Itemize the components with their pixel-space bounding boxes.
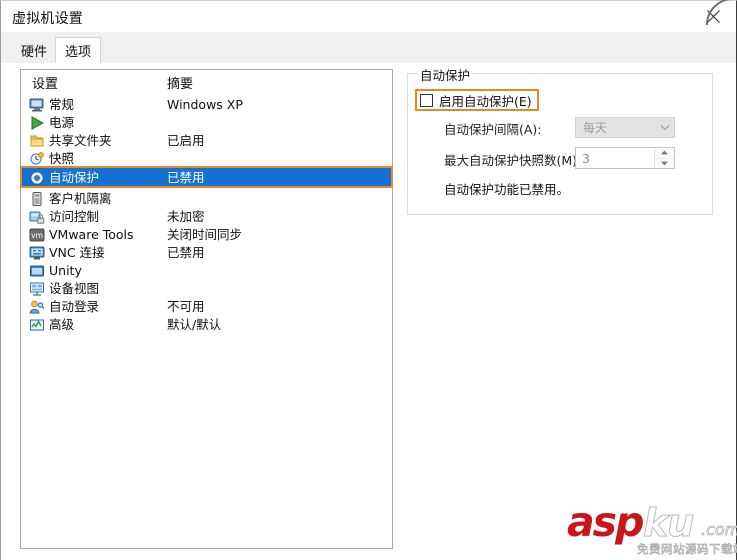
dialog-content: 设置 摘要 常规 Windows XP 电源 共享文件夹 已启用 快照 自动保护… (1, 63, 736, 560)
autoprotect-max-snapshots-label: 最大自动保护快照数(M): (444, 153, 582, 168)
window-title: 虚拟机设置 (12, 11, 83, 27)
list-item-summary: 关闭时间同步 (167, 227, 243, 242)
list-item-label: 电源 (49, 115, 75, 130)
settings-list-header: 设置 摘要 (21, 70, 392, 94)
list-item-label: 共享文件夹 (49, 133, 112, 148)
enable-autoprotect-label: 启用自动保护(E) (439, 93, 532, 109)
list-item-label: 自动保护 (49, 170, 100, 185)
tab-options[interactable]: 选项 (55, 37, 102, 63)
list-item-label: 常规 (49, 97, 75, 112)
guest-isolation-icon (29, 191, 45, 207)
list-item-shared-folders[interactable]: 共享文件夹 已启用 (21, 132, 392, 150)
column-header-summary: 摘要 (167, 77, 194, 92)
autoprotect-interval-dropdown[interactable]: 每天 (575, 117, 675, 138)
list-item-summary: 未加密 (167, 209, 205, 224)
close-icon (706, 9, 721, 24)
list-item-access-control[interactable]: 访问控制 未加密 (21, 208, 392, 226)
autoprotect-max-snapshots-stepper[interactable]: 3 (575, 147, 675, 169)
list-item-general[interactable]: 常规 Windows XP (21, 96, 392, 114)
list-item-guest-isolation[interactable]: 客户机隔离 (21, 190, 392, 208)
list-item-label: 自动登录 (49, 299, 100, 314)
tab-options-label: 选项 (65, 44, 92, 60)
stepper-buttons (654, 148, 674, 168)
list-item-power[interactable]: 电源 (21, 114, 392, 132)
list-item-label: 设备视图 (49, 281, 100, 296)
list-item-summary: 已禁用 (167, 170, 205, 185)
enable-autoprotect-checkbox[interactable] (420, 93, 433, 107)
list-item-summary: Windows XP (167, 97, 243, 112)
tab-hardware[interactable]: 硬件 (12, 38, 57, 63)
list-item-label: Unity (49, 263, 82, 278)
list-item-summary: 默认/默认 (167, 317, 222, 332)
stepper-down-button[interactable] (655, 159, 674, 169)
autoprotect-interval-value: 每天 (583, 121, 608, 135)
list-item-snapshots[interactable]: 快照 (21, 150, 392, 168)
list-item-vnc-connection[interactable]: VNC 连接 已禁用 (21, 244, 392, 262)
list-item-unity[interactable]: Unity (21, 262, 392, 280)
list-item-label: 高级 (49, 317, 75, 332)
settings-list[interactable]: 设置 摘要 常规 Windows XP 电源 共享文件夹 已启用 快照 自动保护… (20, 69, 393, 549)
autoprotect-group-title: 自动保护 (417, 65, 474, 84)
virtual-machine-settings-window: 虚拟机设置 硬件 选项 设置 摘要 常规 Windows XP 电源 共享文件夹… (0, 0, 737, 560)
list-item-vmware-tools[interactable]: vm VMware Tools 关闭时间同步 (21, 226, 392, 244)
list-item-autoprotect[interactable]: 自动保护 已禁用 (21, 168, 392, 188)
list-item-label: 访问控制 (49, 209, 100, 224)
list-item-advanced[interactable]: 高级 默认/默认 (21, 316, 392, 334)
tab-strip: 硬件 选项 (1, 32, 736, 64)
autoprotect-interval-row: 自动保护间隔(A): (444, 119, 542, 138)
monitor-icon (29, 97, 45, 113)
tab-hardware-label: 硬件 (21, 45, 48, 60)
list-item-summary: 已禁用 (167, 245, 205, 260)
enable-autoprotect-checkbox-highlight[interactable]: 启用自动保护(E) (415, 89, 539, 111)
auto-login-icon (29, 299, 45, 315)
list-item-auto-login[interactable]: 自动登录 不可用 (21, 298, 392, 316)
chevron-down-icon (656, 124, 674, 131)
svg-text:vm: vm (31, 231, 43, 240)
unity-icon (29, 263, 45, 279)
power-play-icon (29, 115, 45, 131)
title-bar: 虚拟机设置 (1, 0, 736, 32)
close-button[interactable] (692, 3, 734, 30)
advanced-icon (29, 317, 45, 333)
list-item-label: VNC 连接 (49, 245, 105, 260)
autoprotect-interval-label: 自动保护间隔(A): (444, 122, 542, 137)
list-item-label: VMware Tools (49, 227, 134, 242)
autoprotect-status-text: 自动保护功能已禁用。 (444, 182, 570, 197)
chevron-down-icon (661, 161, 668, 166)
list-item-label: 客户机隔离 (49, 191, 112, 206)
folder-icon (29, 133, 45, 149)
column-header-settings: 设置 (32, 77, 59, 92)
stepper-up-button[interactable] (655, 148, 674, 159)
device-view-icon (29, 281, 45, 297)
list-item-device-view[interactable]: 设备视图 (21, 280, 392, 298)
list-item-summary: 不可用 (167, 299, 205, 314)
list-item-label: 快照 (49, 151, 75, 166)
access-lock-icon (29, 209, 45, 225)
autoprotect-max-snapshots-row: 最大自动保护快照数(M): (444, 150, 581, 169)
vmware-tools-icon: vm (29, 227, 45, 243)
autoprotect-max-snapshots-value[interactable]: 3 (576, 148, 654, 168)
snapshot-clock-icon (29, 151, 45, 167)
vnc-icon (29, 245, 45, 261)
autoprotect-icon (29, 170, 45, 186)
chevron-up-icon (661, 150, 668, 155)
list-item-summary: 已启用 (167, 133, 205, 148)
